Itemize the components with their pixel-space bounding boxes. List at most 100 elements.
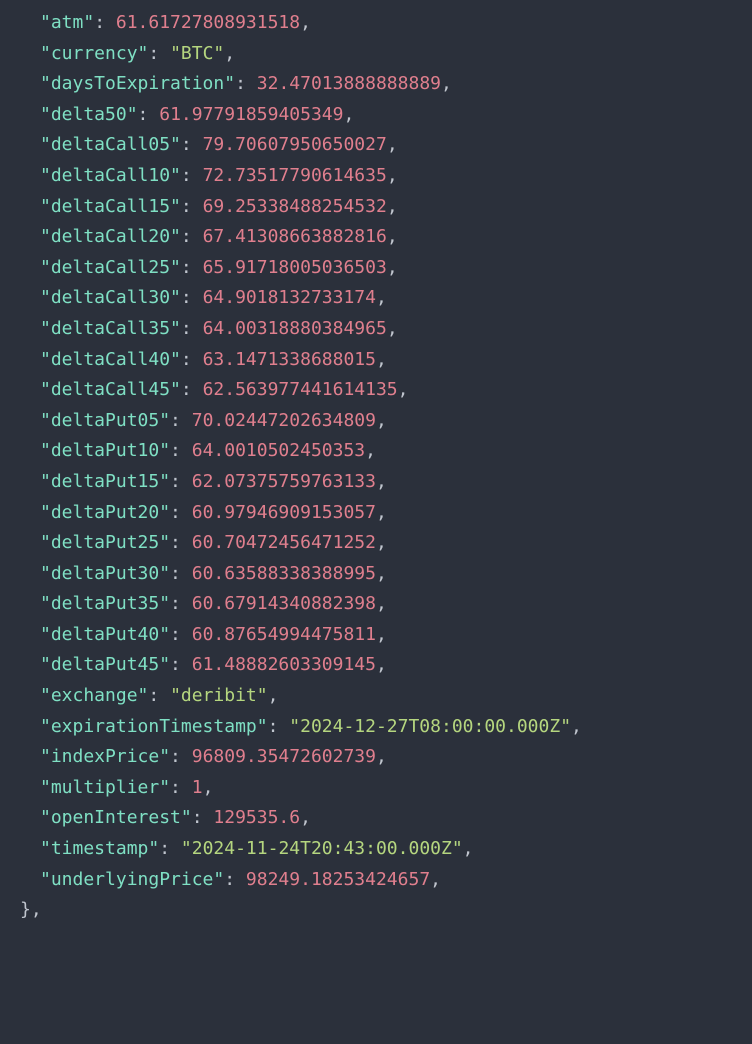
json-key: "deltaPut05" <box>40 410 170 431</box>
colon: : <box>159 838 181 859</box>
comma: , <box>430 869 441 890</box>
json-number: 62.563977441614135 <box>203 379 398 400</box>
json-entry: "deltaCall20": 67.41308663882816, <box>40 222 752 253</box>
comma: , <box>387 165 398 186</box>
json-number: 70.02447202634809 <box>192 410 376 431</box>
colon: : <box>148 43 170 64</box>
comma: , <box>224 43 235 64</box>
json-entry: "deltaCall05": 79.70607950650027, <box>40 130 752 161</box>
json-entry: "deltaPut40": 60.87654994475811, <box>40 620 752 651</box>
json-number: 79.70607950650027 <box>203 134 387 155</box>
json-key: "deltaPut25" <box>40 532 170 553</box>
json-number: 64.00318880384965 <box>203 318 387 339</box>
colon: : <box>170 746 192 767</box>
comma: , <box>376 563 387 584</box>
colon: : <box>170 624 192 645</box>
comma: , <box>387 134 398 155</box>
json-key: "expirationTimestamp" <box>40 716 268 737</box>
json-number: 60.97946909153057 <box>192 502 376 523</box>
json-string: "2024-11-24T20:43:00.000Z" <box>181 838 463 859</box>
colon: : <box>181 196 203 217</box>
colon: : <box>181 318 203 339</box>
comma: , <box>463 838 474 859</box>
json-number: 62.07375759763133 <box>192 471 376 492</box>
colon: : <box>235 73 257 94</box>
colon: : <box>170 777 192 798</box>
comma: , <box>268 685 279 706</box>
comma: , <box>387 257 398 278</box>
colon: : <box>181 134 203 155</box>
colon: : <box>192 807 214 828</box>
json-entry: "expirationTimestamp": "2024-12-27T08:00… <box>40 712 752 743</box>
json-number: 60.67914340882398 <box>192 593 376 614</box>
colon: : <box>148 685 170 706</box>
json-entry: "deltaPut45": 61.48882603309145, <box>40 650 752 681</box>
json-key: "deltaCall10" <box>40 165 181 186</box>
json-string: "2024-12-27T08:00:00.000Z" <box>289 716 571 737</box>
json-entry: "deltaPut15": 62.07375759763133, <box>40 467 752 498</box>
comma: , <box>376 287 387 308</box>
json-number: 61.48882603309145 <box>192 654 376 675</box>
json-key: "indexPrice" <box>40 746 170 767</box>
json-entry: "indexPrice": 96809.35472602739, <box>40 742 752 773</box>
json-key: "deltaCall30" <box>40 287 181 308</box>
json-key: "exchange" <box>40 685 148 706</box>
json-key: "deltaCall35" <box>40 318 181 339</box>
colon: : <box>181 379 203 400</box>
json-key: "deltaCall45" <box>40 379 181 400</box>
json-key: "underlyingPrice" <box>40 869 224 890</box>
colon: : <box>138 104 160 125</box>
json-key: "deltaPut10" <box>40 440 170 461</box>
comma: , <box>376 624 387 645</box>
json-entry: "deltaCall15": 69.25338488254532, <box>40 192 752 223</box>
json-entry: "delta50": 61.97791859405349, <box>40 100 752 131</box>
json-key: "timestamp" <box>40 838 159 859</box>
json-number: 63.1471338688015 <box>203 349 376 370</box>
json-entry: "daysToExpiration": 32.47013888888889, <box>40 69 752 100</box>
comma: , <box>376 746 387 767</box>
comma: , <box>365 440 376 461</box>
closing-brace: }, <box>20 899 42 920</box>
comma: , <box>387 318 398 339</box>
json-entry: "openInterest": 129535.6, <box>40 803 752 834</box>
comma: , <box>441 73 452 94</box>
json-number: 129535.6 <box>213 807 300 828</box>
colon: : <box>181 165 203 186</box>
json-key: "atm" <box>40 12 94 33</box>
json-number: 98249.18253424657 <box>246 869 430 890</box>
comma: , <box>376 471 387 492</box>
comma: , <box>376 654 387 675</box>
json-key: "deltaCall25" <box>40 257 181 278</box>
comma: , <box>343 104 354 125</box>
colon: : <box>170 502 192 523</box>
comma: , <box>376 502 387 523</box>
json-key: "deltaCall20" <box>40 226 181 247</box>
json-key: "deltaPut20" <box>40 502 170 523</box>
json-key: "multiplier" <box>40 777 170 798</box>
json-entry: "exchange": "deribit", <box>40 681 752 712</box>
json-entry: "deltaCall10": 72.73517790614635, <box>40 161 752 192</box>
json-number: 60.87654994475811 <box>192 624 376 645</box>
json-number: 64.9018132733174 <box>203 287 376 308</box>
json-key: "deltaPut45" <box>40 654 170 675</box>
json-entry: "deltaPut35": 60.67914340882398, <box>40 589 752 620</box>
json-key: "openInterest" <box>40 807 192 828</box>
json-entry: "deltaPut25": 60.70472456471252, <box>40 528 752 559</box>
json-entry: "deltaCall45": 62.563977441614135, <box>40 375 752 406</box>
json-entry: "deltaCall35": 64.00318880384965, <box>40 314 752 345</box>
json-number: 61.97791859405349 <box>159 104 343 125</box>
json-key: "deltaPut35" <box>40 593 170 614</box>
json-entry: "deltaCall40": 63.1471338688015, <box>40 345 752 376</box>
json-key: "deltaCall15" <box>40 196 181 217</box>
colon: : <box>268 716 290 737</box>
json-entry: "timestamp": "2024-11-24T20:43:00.000Z", <box>40 834 752 865</box>
colon: : <box>170 654 192 675</box>
comma: , <box>300 807 311 828</box>
json-key: "daysToExpiration" <box>40 73 235 94</box>
colon: : <box>170 471 192 492</box>
json-entry: "currency": "BTC", <box>40 39 752 70</box>
json-code-block: "atm": 61.61727808931518,"currency": "BT… <box>0 0 752 934</box>
colon: : <box>170 440 192 461</box>
json-string: "deribit" <box>170 685 268 706</box>
comma: , <box>376 410 387 431</box>
